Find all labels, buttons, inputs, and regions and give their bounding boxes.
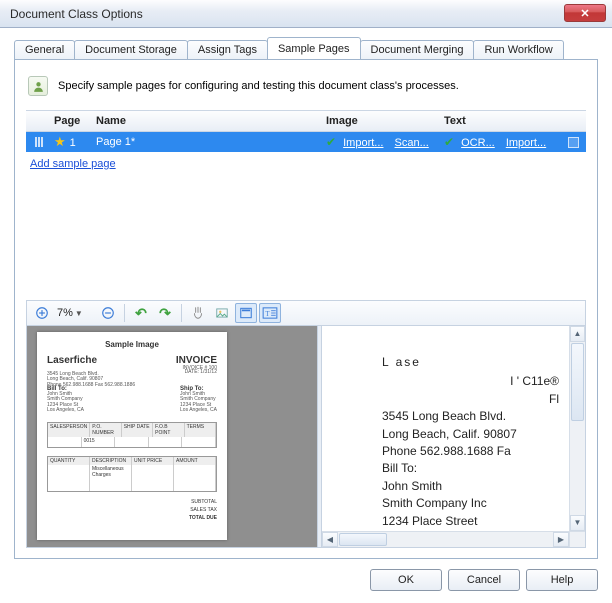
picture-button[interactable] xyxy=(211,303,233,323)
check-icon: ✔ xyxy=(444,135,454,149)
table-row[interactable]: ★1 Page 1* ✔ Import... Scan... ✔ OCR... … xyxy=(26,132,586,152)
preview-area: 7%▼ ↶ ↷ T Sample Image LaserficheINVOICE… xyxy=(26,300,586,548)
image-import-link[interactable]: Import... xyxy=(343,137,383,149)
scroll-right-icon[interactable]: ▶ xyxy=(553,532,569,547)
tab-panel-sample-pages: Specify sample pages for configuring and… xyxy=(14,59,598,559)
instruction-row: Specify sample pages for configuring and… xyxy=(26,72,586,110)
drag-handle-icon[interactable] xyxy=(26,137,52,147)
column-text: Text xyxy=(444,115,568,127)
zoom-level[interactable]: 7%▼ xyxy=(55,307,95,319)
check-icon: ✔ xyxy=(326,135,336,149)
image-panel-button[interactable] xyxy=(235,303,257,323)
ocr-line: Long Beach, Calif. 90807 xyxy=(382,426,567,443)
selection-indicator xyxy=(568,137,579,148)
add-sample-row: Add sample page xyxy=(26,152,586,176)
thumb-table1: SALESPERSONP.O. NUMBERSHIP DATEF.O.B POI… xyxy=(47,422,217,448)
tab-general[interactable]: General xyxy=(14,40,75,59)
user-icon xyxy=(28,76,48,96)
thumb-brand: Laserfiche xyxy=(47,355,97,366)
redo-button[interactable]: ↷ xyxy=(154,303,176,323)
scroll-thumb[interactable] xyxy=(339,533,387,546)
row-name-cell: Page 1* xyxy=(96,136,326,148)
preview-toolbar: 7%▼ ↶ ↷ T xyxy=(26,300,586,326)
row-text-cell: ✔ OCR... Import... xyxy=(444,135,568,149)
tab-label: General xyxy=(25,44,64,56)
column-page: Page xyxy=(52,115,96,127)
ocr-line: 3545 Long Beach Blvd. xyxy=(382,408,567,425)
column-name: Name xyxy=(96,115,326,127)
scroll-down-icon[interactable]: ▼ xyxy=(570,515,585,531)
scroll-corner xyxy=(569,531,585,547)
instruction-text: Specify sample pages for configuring and… xyxy=(58,80,459,92)
text-import-link[interactable]: Import... xyxy=(506,137,546,149)
scroll-up-icon[interactable]: ▲ xyxy=(570,326,585,342)
tab-document-merging[interactable]: Document Merging xyxy=(360,40,475,59)
zoom-out-button[interactable] xyxy=(97,303,119,323)
zoom-value: 7% xyxy=(57,307,73,319)
add-sample-link[interactable]: Add sample page xyxy=(30,158,116,170)
chevron-down-icon: ▼ xyxy=(75,309,83,318)
text-ocr-link[interactable]: OCR... xyxy=(461,137,495,149)
ocr-line: John Smith xyxy=(382,478,567,495)
ocr-line: Phone 562.988.1688 Fa xyxy=(382,443,567,460)
ocr-line: 1234 Place Street xyxy=(382,513,567,530)
scroll-thumb[interactable] xyxy=(571,343,584,421)
column-image: Image xyxy=(326,115,444,127)
page-thumbnail: Sample Image LaserficheINVOICE INVOICE #… xyxy=(37,332,227,540)
tab-document-storage[interactable]: Document Storage xyxy=(74,40,188,59)
scroll-left-icon[interactable]: ◀ xyxy=(322,532,338,547)
thumb-table2: QUANTITYDESCRIPTIONUNIT PRICEAMOUNT Misc… xyxy=(47,456,217,492)
tab-sample-pages[interactable]: Sample Pages xyxy=(267,37,361,59)
zoom-in-button[interactable] xyxy=(31,303,53,323)
image-pane[interactable]: Sample Image LaserficheINVOICE INVOICE #… xyxy=(27,326,317,547)
image-scan-link[interactable]: Scan... xyxy=(395,137,429,149)
star-icon: ★ xyxy=(54,134,66,149)
dialog-content: General Document Storage Assign Tags Sam… xyxy=(0,28,612,603)
vertical-scrollbar[interactable]: ▲▼ xyxy=(569,326,585,531)
ocr-line: L ase xyxy=(382,354,567,371)
title-bar: Document Class Options ✕ xyxy=(0,0,612,28)
ocr-line: Fl xyxy=(382,391,567,408)
dialog-buttons: OK Cancel Help xyxy=(14,559,598,591)
ok-button[interactable]: OK xyxy=(370,569,442,591)
row-image-cell: ✔ Import... Scan... xyxy=(326,135,444,149)
text-pane[interactable]: L ase I ' C11e® Fl 3545 Long Beach Blvd.… xyxy=(322,326,585,547)
close-button[interactable]: ✕ xyxy=(564,4,606,22)
tab-label: Document Merging xyxy=(371,44,464,56)
tab-label: Run Workflow xyxy=(484,44,552,56)
thumb-totals: SUBTOTAL SALES TAX TOTAL DUE xyxy=(47,498,217,522)
table-header: Page Name Image Text xyxy=(26,110,586,132)
help-button[interactable]: Help xyxy=(526,569,598,591)
row-page-cell: ★1 xyxy=(52,134,96,150)
row-page-number: 1 xyxy=(70,137,76,149)
ocr-line: Bill To: xyxy=(382,460,567,477)
undo-button[interactable]: ↶ xyxy=(130,303,152,323)
close-icon: ✕ xyxy=(580,7,589,20)
horizontal-scrollbar[interactable]: ◀▶ xyxy=(322,531,569,547)
row-select-cell xyxy=(568,137,586,148)
preview-panes: Sample Image LaserficheINVOICE INVOICE #… xyxy=(26,326,586,548)
tab-label: Document Storage xyxy=(85,44,177,56)
tab-label: Assign Tags xyxy=(198,44,257,56)
tab-assign-tags[interactable]: Assign Tags xyxy=(187,40,268,59)
ocr-line: Smith Company Inc xyxy=(382,495,567,512)
tab-label: Sample Pages xyxy=(278,43,350,55)
pan-button[interactable] xyxy=(187,303,209,323)
tab-strip: General Document Storage Assign Tags Sam… xyxy=(14,38,598,59)
cancel-button[interactable]: Cancel xyxy=(448,569,520,591)
ocr-line: I ' C11e® xyxy=(382,373,567,390)
svg-text:T: T xyxy=(265,311,270,318)
window-title: Document Class Options xyxy=(10,7,143,21)
text-panel-button[interactable]: T xyxy=(259,303,281,323)
thumb-title: Sample Image xyxy=(47,340,217,349)
tab-run-workflow[interactable]: Run Workflow xyxy=(473,40,563,59)
